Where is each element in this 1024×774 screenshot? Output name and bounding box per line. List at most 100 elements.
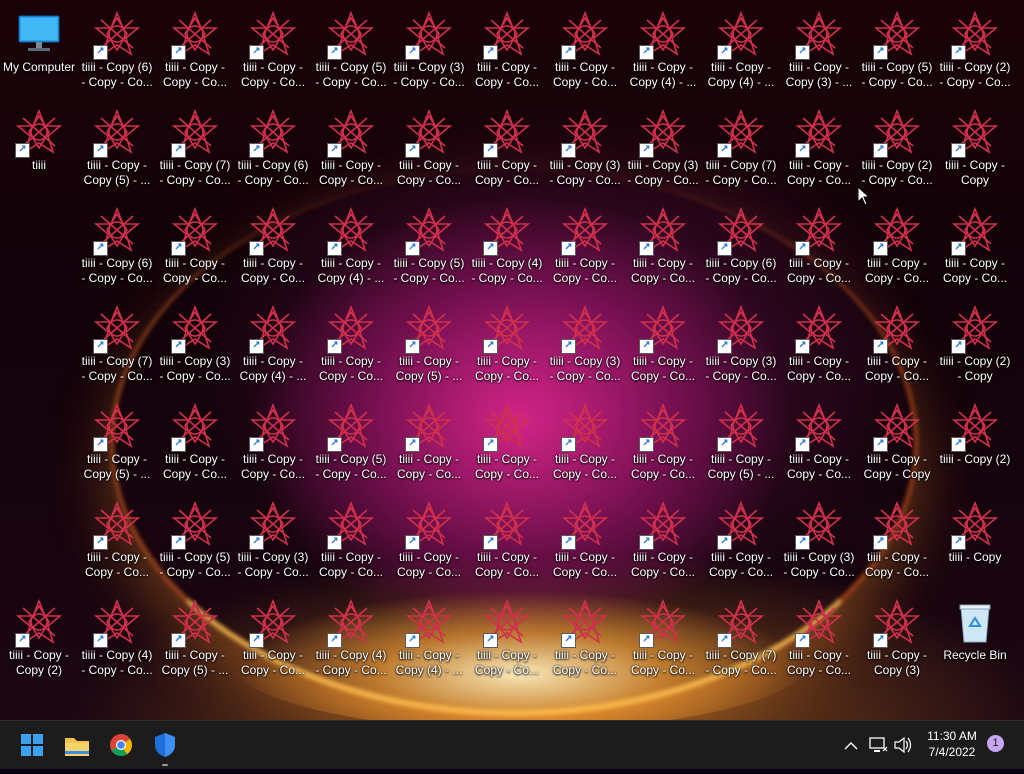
desktop-shortcut[interactable]: ↗ tiiii - Copy - Copy - Co... <box>624 198 702 294</box>
desktop-shortcut[interactable]: ↗ tiiii - Copy - Copy - Co... <box>312 100 390 196</box>
desktop-shortcut[interactable]: ↗ tiiii - Copy (3) - Copy - Co... <box>780 492 858 588</box>
desktop-shortcut[interactable]: ↗ tiiii - Copy (7) - Copy - Co... <box>702 590 780 686</box>
chevron-up-icon[interactable] <box>840 721 862 769</box>
desktop-shortcut[interactable]: ↗ tiiii - Copy (5) - Copy - Co... <box>858 2 936 98</box>
desktop-shortcut[interactable]: ↗ tiiii - Copy - Copy (4) - ... <box>624 2 702 98</box>
desktop-shortcut[interactable]: ↗ tiiii - Copy - Copy - Co... <box>780 198 858 294</box>
desktop-shortcut[interactable]: ↗ tiiii - Copy - Copy - Co... <box>468 492 546 588</box>
desktop-shortcut[interactable]: ↗ tiiii - Copy (4) - Copy - Co... <box>78 590 156 686</box>
desktop-shortcut[interactable]: ↗ tiiii - Copy - Copy - Co... <box>156 198 234 294</box>
desktop-shortcut[interactable]: ↗ tiiii <box>0 100 78 196</box>
desktop-shortcut[interactable]: ↗ tiiii - Copy - Copy (5) - ... <box>78 394 156 490</box>
desktop-icon-label: tiiii - Copy - Copy - Co... <box>552 256 618 285</box>
desktop-shortcut[interactable]: ↗ tiiii - Copy - Copy - Co... <box>390 100 468 196</box>
desktop-shortcut[interactable]: ↗ tiiii - Copy (4) - Copy - Co... <box>468 198 546 294</box>
desktop-shortcut[interactable]: ↗ tiiii - Copy (3) - Copy - Co... <box>390 2 468 98</box>
desktop-shortcut[interactable]: ↗ tiiii - Copy (2) <box>936 394 1014 490</box>
desktop-shortcut[interactable]: ↗ tiiii - Copy (4) - Copy - Co... <box>312 590 390 686</box>
desktop-shortcut[interactable]: ↗ tiiii - Copy - Copy - Copy <box>858 394 936 490</box>
desktop-shortcut[interactable]: ↗ tiiii - Copy - Copy - Co... <box>858 492 936 588</box>
desktop-shortcut[interactable]: ↗ tiiii - Copy - Copy (4) - ... <box>390 590 468 686</box>
notification-badge[interactable]: 1 <box>987 735 1004 752</box>
taskbar-clock[interactable]: 11:30 AM 7/4/2022 <box>916 728 988 760</box>
desktop-shortcut[interactable]: ↗ tiiii - Copy - Copy (5) - ... <box>702 394 780 490</box>
desktop-shortcut[interactable]: ↗ tiiii - Copy - Copy (3) - ... <box>780 2 858 98</box>
desktop-shortcut[interactable]: ↗ tiiii - Copy - Copy - Co... <box>546 394 624 490</box>
desktop-shortcut[interactable]: ↗ tiiii - Copy - Copy - Co... <box>468 590 546 686</box>
desktop-shortcut[interactable]: ↗ tiiii - Copy - Copy - Co... <box>780 296 858 392</box>
desktop-shortcut[interactable]: ↗ tiiii - Copy (6) - Copy - Co... <box>234 100 312 196</box>
desktop-shortcut[interactable]: ↗ tiiii - Copy (5) - Copy - Co... <box>156 492 234 588</box>
desktop-shortcut[interactable]: ↗ tiiii - Copy - Copy <box>936 100 1014 196</box>
desktop-shortcut[interactable]: ↗ tiiii - Copy (5) - Copy - Co... <box>312 2 390 98</box>
desktop-shortcut[interactable]: ↗ tiiii - Copy - Copy - Co... <box>780 100 858 196</box>
windows-start-icon[interactable] <box>14 727 50 763</box>
desktop-shortcut[interactable]: ↗ tiiii - Copy - Copy - Co... <box>858 198 936 294</box>
desktop-shortcut[interactable]: ↗ tiiii - Copy - Copy - Co... <box>546 2 624 98</box>
desktop-shortcut[interactable]: ↗ tiiii - Copy - Copy (3) <box>858 590 936 686</box>
desktop-shortcut[interactable]: ↗ tiiii - Copy (3) - Copy - Co... <box>234 492 312 588</box>
desktop-shortcut[interactable]: ↗ tiiii - Copy (3) - Copy - Co... <box>546 100 624 196</box>
windows-security-icon[interactable] <box>147 727 183 766</box>
desktop-shortcut[interactable]: ↗ tiiii - Copy (3) - Copy - Co... <box>156 296 234 392</box>
desktop-shortcut[interactable]: ↗ tiiii - Copy (7) - Copy - Co... <box>156 100 234 196</box>
desktop-shortcut[interactable]: ↗ tiiii - Copy - Copy - Co... <box>546 492 624 588</box>
desktop-shortcut[interactable]: ↗ tiiii - Copy - Copy - Co... <box>468 394 546 490</box>
desktop-shortcut[interactable]: ↗ tiiii - Copy - Copy - Co... <box>780 590 858 686</box>
desktop-icon-label: Recycle Bin <box>943 648 1007 662</box>
desktop-icon-recycle-bin[interactable]: Recycle Bin <box>936 590 1014 686</box>
desktop-shortcut[interactable]: ↗ tiiii - Copy - Copy - Co... <box>234 198 312 294</box>
desktop-shortcut[interactable]: ↗ tiiii - Copy - Copy (4) - ... <box>312 198 390 294</box>
desktop-shortcut[interactable]: ↗ tiiii - Copy - Copy (5) - ... <box>390 296 468 392</box>
desktop-shortcut[interactable]: ↗ tiiii - Copy (7) - Copy - Co... <box>702 100 780 196</box>
desktop-shortcut[interactable]: ↗ tiiii - Copy (2) - Copy - Co... <box>858 100 936 196</box>
desktop-shortcut[interactable]: ↗ tiiii - Copy - Copy - Co... <box>234 2 312 98</box>
desktop-shortcut[interactable]: ↗ tiiii - Copy (3) - Copy - Co... <box>546 296 624 392</box>
desktop-shortcut[interactable]: ↗ tiiii - Copy - Copy - Co... <box>312 492 390 588</box>
chrome-icon[interactable] <box>103 727 139 763</box>
desktop-shortcut[interactable]: ↗ tiiii - Copy (6) - Copy - Co... <box>78 2 156 98</box>
desktop-shortcut[interactable]: ↗ tiiii - Copy - Copy - Co... <box>156 2 234 98</box>
desktop-shortcut[interactable]: ↗ tiiii - Copy - Copy - Co... <box>780 394 858 490</box>
desktop-shortcut[interactable]: ↗ tiiii - Copy - Copy - Co... <box>624 394 702 490</box>
shortcut-arrow-icon: ↗ <box>171 339 186 354</box>
desktop-shortcut[interactable]: ↗ tiiii - Copy - Copy - Co... <box>624 590 702 686</box>
desktop-shortcut[interactable]: ↗ tiiii - Copy - Copy (4) - ... <box>234 296 312 392</box>
desktop-shortcut[interactable]: ↗ tiiii - Copy - Copy (5) - ... <box>156 590 234 686</box>
desktop-shortcut[interactable]: ↗ tiiii - Copy - Copy (2) <box>0 590 78 686</box>
desktop-shortcut[interactable]: ↗ tiiii - Copy - Copy - Co... <box>78 492 156 588</box>
desktop-shortcut[interactable]: ↗ tiiii - Copy (3) - Copy - Co... <box>624 100 702 196</box>
desktop-shortcut[interactable]: ↗ tiiii - Copy - Copy - Co... <box>312 296 390 392</box>
desktop-shortcut[interactable]: ↗ tiiii - Copy - Copy - Co... <box>468 100 546 196</box>
desktop-shortcut[interactable]: ↗ tiiii - Copy (2) - Copy <box>936 296 1014 392</box>
desktop-icon-my-computer[interactable]: My Computer <box>0 2 78 98</box>
desktop-shortcut[interactable]: ↗ tiiii - Copy - Copy - Co... <box>234 394 312 490</box>
desktop-shortcut[interactable]: ↗ tiiii - Copy - Copy - Co... <box>858 296 936 392</box>
desktop-shortcut[interactable]: ↗ tiiii - Copy (5) - Copy - Co... <box>312 394 390 490</box>
desktop-shortcut[interactable]: ↗ tiiii - Copy - Copy - Co... <box>468 2 546 98</box>
desktop-shortcut[interactable]: ↗ tiiii - Copy - Copy - Co... <box>234 590 312 686</box>
file-explorer-icon[interactable] <box>59 727 95 763</box>
desktop-shortcut[interactable]: ↗ tiiii - Copy - Copy (4) - ... <box>702 2 780 98</box>
desktop-shortcut[interactable]: ↗ tiiii - Copy - Copy - Co... <box>624 296 702 392</box>
desktop-shortcut[interactable]: ↗ tiiii - Copy <box>936 492 1014 588</box>
desktop-shortcut[interactable]: ↗ tiiii - Copy (2) - Copy - Co... <box>936 2 1014 98</box>
desktop-shortcut[interactable]: ↗ tiiii - Copy - Copy - Co... <box>468 296 546 392</box>
desktop-shortcut[interactable]: ↗ tiiii - Copy (6) - Copy - Co... <box>78 198 156 294</box>
desktop-shortcut[interactable]: ↗ tiiii - Copy - Copy - Co... <box>546 198 624 294</box>
desktop-shortcut[interactable]: ↗ tiiii - Copy - Copy - Co... <box>936 198 1014 294</box>
desktop-shortcut[interactable]: ↗ tiiii - Copy (6) - Copy - Co... <box>702 198 780 294</box>
desktop-shortcut[interactable]: ↗ tiiii - Copy - Copy (5) - ... <box>78 100 156 196</box>
desktop-shortcut[interactable]: ↗ tiiii - Copy (3) - Copy - Co... <box>702 296 780 392</box>
desktop-shortcut[interactable]: ↗ tiiii - Copy - Copy - Co... <box>624 492 702 588</box>
network-icon[interactable] <box>867 721 889 769</box>
desktop-shortcut[interactable]: ↗ tiiii - Copy - Copy - Co... <box>702 492 780 588</box>
desktop-shortcut[interactable]: ↗ tiiii - Copy - Copy - Co... <box>546 590 624 686</box>
desktop-shortcut[interactable]: ↗ tiiii - Copy (7) - Copy - Co... <box>78 296 156 392</box>
desktop-shortcut[interactable]: ↗ tiiii - Copy (5) - Copy - Co... <box>390 198 468 294</box>
desktop-shortcut[interactable]: ↗ tiiii - Copy - Copy - Co... <box>390 394 468 490</box>
desktop-icon-label: tiiii - Copy (4) - Copy - Co... <box>81 648 153 677</box>
desktop-shortcut[interactable]: ↗ tiiii - Copy - Copy - Co... <box>156 394 234 490</box>
volume-icon[interactable] <box>892 721 914 769</box>
desktop-shortcut[interactable]: ↗ tiiii - Copy - Copy - Co... <box>390 492 468 588</box>
